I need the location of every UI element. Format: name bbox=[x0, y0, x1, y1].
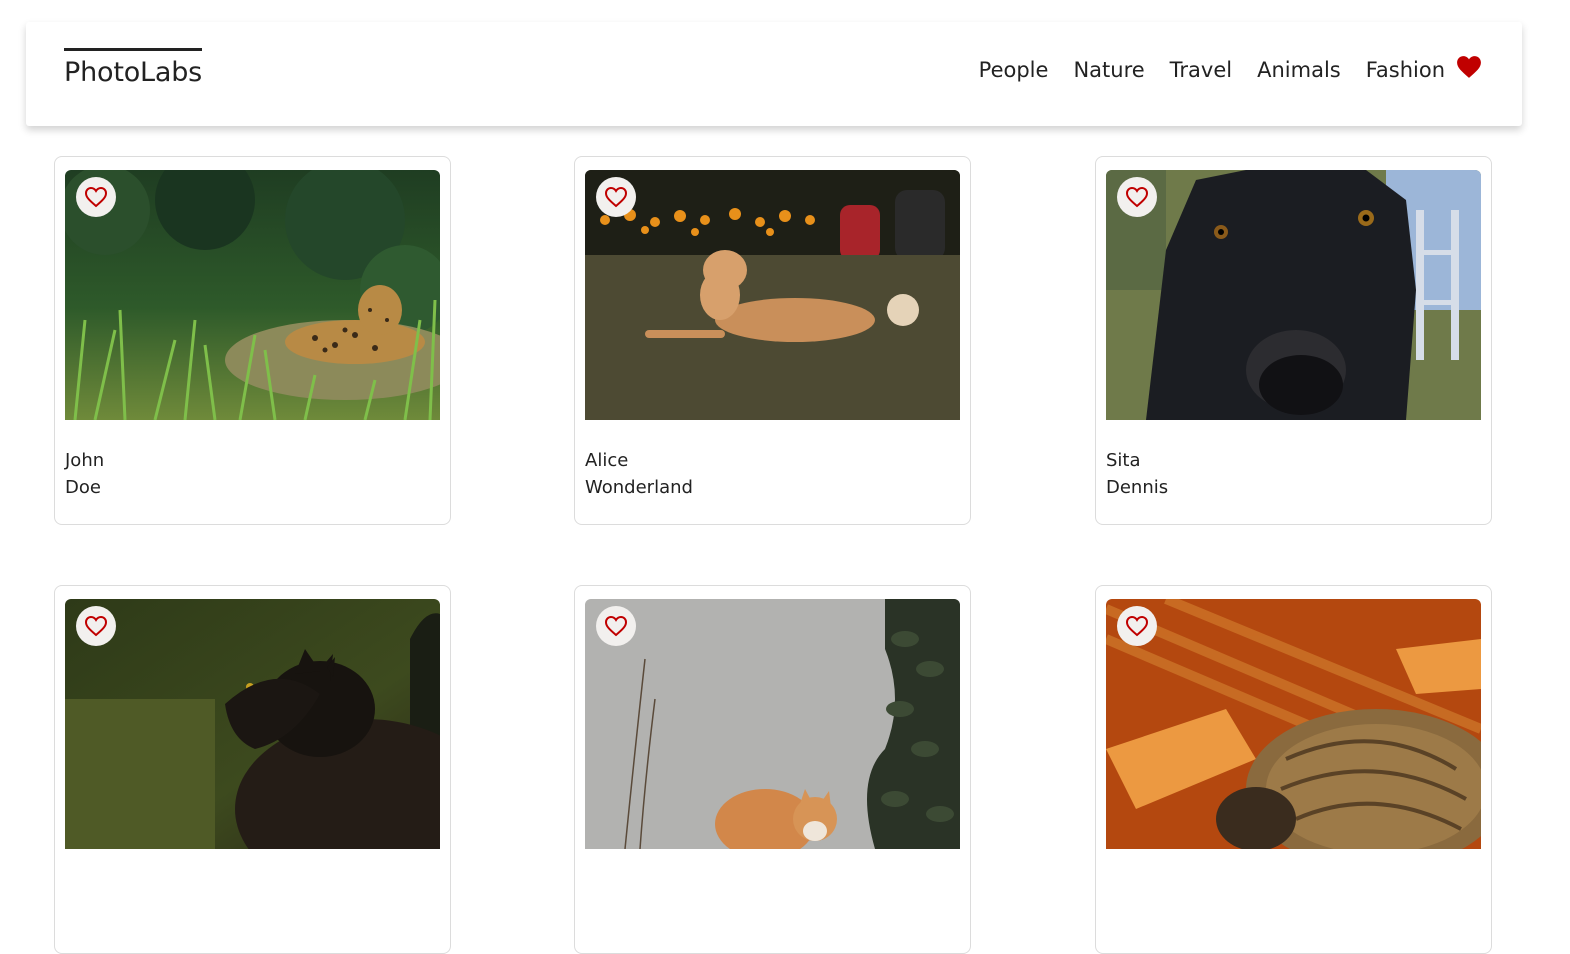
photographer-name: John Doe bbox=[65, 447, 104, 501]
last-name: Wonderland bbox=[585, 477, 693, 498]
photo-card[interactable]: Alice Wonderland bbox=[574, 156, 971, 525]
last-name: Doe bbox=[65, 477, 101, 498]
heart-outline-icon bbox=[84, 186, 108, 208]
like-button[interactable] bbox=[1117, 177, 1157, 217]
dog-photo bbox=[585, 170, 960, 420]
photo-card[interactable]: John Doe bbox=[54, 156, 451, 525]
heart-outline-icon bbox=[604, 186, 628, 208]
photo-image-black-cat[interactable] bbox=[65, 599, 440, 849]
photographer-name: Alice Wonderland bbox=[585, 447, 693, 501]
photo-card[interactable] bbox=[574, 585, 971, 954]
heart-outline-icon bbox=[84, 615, 108, 637]
heart-outline-icon bbox=[604, 615, 628, 637]
black-dog-photo bbox=[1106, 170, 1481, 420]
photo-image-dog[interactable] bbox=[585, 170, 960, 420]
photo-card[interactable]: Sita Dennis bbox=[1095, 156, 1492, 525]
topic-animals[interactable]: Animals bbox=[1257, 54, 1341, 86]
topic-people[interactable]: People bbox=[979, 54, 1049, 86]
tabby-cat-photo bbox=[1106, 599, 1481, 849]
like-button[interactable] bbox=[76, 606, 116, 646]
first-name: Sita bbox=[1106, 450, 1141, 471]
photo-card[interactable] bbox=[1095, 585, 1492, 954]
first-name: John bbox=[65, 450, 105, 471]
last-name: Dennis bbox=[1106, 477, 1169, 498]
photo-card[interactable] bbox=[54, 585, 451, 954]
topic-travel[interactable]: Travel bbox=[1170, 54, 1232, 86]
photo-image-tabby-cat[interactable] bbox=[1106, 599, 1481, 849]
top-navigation-bar: PhotoLabs People Nature Travel Animals F… bbox=[26, 22, 1522, 126]
like-button[interactable] bbox=[76, 177, 116, 217]
like-button[interactable] bbox=[596, 177, 636, 217]
favourites-heart-icon[interactable] bbox=[1456, 54, 1482, 80]
jaguar-photo bbox=[65, 170, 440, 420]
black-cat-photo bbox=[65, 599, 440, 849]
like-button[interactable] bbox=[596, 606, 636, 646]
topic-fashion[interactable]: Fashion bbox=[1366, 54, 1445, 86]
heart-outline-icon bbox=[1125, 186, 1149, 208]
topic-list: People Nature Travel Animals Fashion bbox=[954, 54, 1482, 86]
photographer-name: Sita Dennis bbox=[1106, 447, 1168, 501]
photo-image-black-dog[interactable] bbox=[1106, 170, 1481, 420]
app-logo[interactable]: PhotoLabs bbox=[64, 48, 202, 90]
topic-nature[interactable]: Nature bbox=[1073, 54, 1144, 86]
orange-cat-photo bbox=[585, 599, 960, 849]
photo-image-jaguar[interactable] bbox=[65, 170, 440, 420]
photo-image-orange-cat[interactable] bbox=[585, 599, 960, 849]
heart-outline-icon bbox=[1125, 615, 1149, 637]
first-name: Alice bbox=[585, 450, 629, 471]
like-button[interactable] bbox=[1117, 606, 1157, 646]
